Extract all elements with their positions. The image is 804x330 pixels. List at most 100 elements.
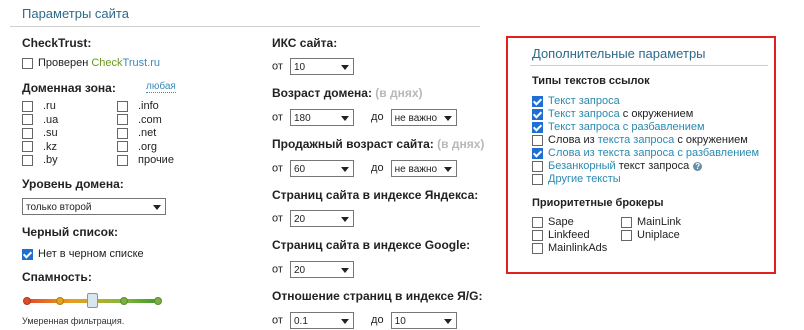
link-type-option[interactable]: Текст запроса с разбавлением (532, 121, 759, 134)
ratio-from-select[interactable]: 0.1 (289, 312, 354, 329)
chevron-down-icon (340, 268, 349, 273)
zone-option[interactable]: .by (22, 154, 58, 168)
link-type-text: Текст запроса (548, 95, 620, 107)
zone-option[interactable]: .ru (22, 100, 58, 114)
zone-checkbox[interactable] (117, 127, 128, 139)
ratio-to-label: до (371, 314, 384, 327)
checktrust-brand-ru: .ru (147, 57, 161, 69)
domain-age-from-value: 180 (293, 113, 311, 124)
spam-slider-dot[interactable] (23, 297, 31, 305)
sale-age-from-select[interactable]: 60 (289, 160, 354, 177)
link-type-checkbox[interactable] (532, 134, 543, 146)
link-type-checkbox[interactable] (532, 121, 543, 133)
broker-checkbox[interactable] (621, 229, 632, 241)
yandex-pages-from-value: 20 (293, 214, 306, 225)
domain-age-to-select[interactable]: не важно (390, 109, 457, 126)
link-type-text: Слова из (548, 134, 598, 146)
zone-option[interactable]: прочие (117, 154, 174, 168)
domain-age-label-text: Возраст домена: (272, 86, 372, 100)
checktrust-checkbox[interactable] (22, 57, 33, 69)
spam-label: Спамность: (22, 270, 92, 284)
google-pages-label: Страниц сайта в индексе Google: (272, 238, 471, 252)
domain-age-hint: (в днях) (375, 86, 423, 100)
checktrust-checkbox-row[interactable]: Проверен CheckTrust.ru (22, 57, 160, 69)
domain-age-row: от 180 до не важно (272, 109, 457, 126)
domain-age-from-label: от (272, 111, 283, 124)
spam-slider-thumb[interactable] (87, 293, 98, 308)
link-type-checkbox[interactable] (532, 173, 543, 185)
link-type-checkbox[interactable] (532, 147, 543, 159)
zone-label: .net (138, 127, 157, 139)
blacklist-checkbox-row[interactable]: Нет в черном списке (22, 248, 144, 260)
brokers-col1: Sape Linkfeed MainlinkAds (532, 216, 607, 255)
ratio-from-value: 0.1 (293, 316, 308, 327)
zone-checkbox[interactable] (22, 114, 33, 126)
zone-option[interactable]: .net (117, 127, 174, 141)
chevron-down-icon (340, 167, 349, 172)
zone-checkbox[interactable] (117, 154, 128, 166)
ratio-to-select[interactable]: 10 (390, 312, 457, 329)
chevron-down-icon (340, 116, 349, 121)
zone-option[interactable]: .ua (22, 114, 58, 128)
domain-zone-any-link[interactable]: любая (146, 81, 176, 93)
google-pages-from-value: 20 (293, 265, 306, 276)
broker-option[interactable]: MainlinkAds (532, 242, 607, 255)
zone-checkbox[interactable] (22, 154, 33, 166)
broker-checkbox[interactable] (532, 242, 543, 254)
iks-from-select[interactable]: 10 (289, 58, 354, 75)
zone-option[interactable]: .org (117, 141, 174, 155)
link-type-checkbox[interactable] (532, 160, 543, 172)
link-type-text: с окружением (619, 108, 694, 120)
link-type-option[interactable]: Другие тексты (532, 173, 759, 186)
sale-age-to-select[interactable]: не важно (390, 160, 457, 177)
link-type-checkbox[interactable] (532, 95, 543, 107)
domain-age-from-select[interactable]: 180 (289, 109, 354, 126)
spam-slider-dot[interactable] (56, 297, 64, 305)
broker-option[interactable]: MainLink (621, 216, 681, 229)
zone-option[interactable]: .info (117, 100, 174, 114)
zone-checkbox[interactable] (117, 100, 128, 112)
sale-age-to-value: не важно (394, 164, 438, 175)
iks-row: от 10 (272, 58, 354, 75)
broker-label: Uniplace (637, 229, 680, 241)
ratio-label: Отношение страниц в индексе Я/G: (272, 289, 483, 303)
yandex-pages-from-select[interactable]: 20 (289, 210, 354, 227)
zone-option[interactable]: .kz (22, 141, 58, 155)
spam-slider-dot[interactable] (120, 297, 128, 305)
help-icon[interactable]: ? (693, 161, 703, 171)
link-type-option[interactable]: Текст запроса (532, 95, 759, 108)
google-pages-from-select[interactable]: 20 (289, 261, 354, 278)
link-type-option[interactable]: Текст запроса с окружением (532, 108, 759, 121)
zone-label: .su (43, 127, 58, 139)
zone-checkbox[interactable] (22, 141, 33, 153)
link-type-text: Безанкорный (548, 160, 616, 172)
link-type-option[interactable]: Слова из текста запроса с окружением (532, 134, 759, 147)
ratio-row: от 0.1 до 10 (272, 312, 457, 329)
zone-checkbox[interactable] (117, 141, 128, 153)
blacklist-label: Черный список: (22, 225, 118, 239)
broker-option[interactable]: Sape (532, 216, 607, 229)
link-types-list: Текст запроса Текст запроса с окружением Т… (532, 95, 759, 186)
yandex-pages-row: от 20 (272, 210, 354, 227)
domain-level-select[interactable]: только второй (22, 198, 166, 215)
broker-checkbox[interactable] (532, 216, 543, 228)
broker-checkbox[interactable] (621, 216, 632, 228)
page-title: Параметры сайта (22, 6, 129, 21)
blacklist-checkbox[interactable] (22, 248, 33, 260)
zone-checkbox[interactable] (22, 100, 33, 112)
blacklist-checkbox-label: Нет в черном списке (38, 248, 144, 260)
link-type-checkbox[interactable] (532, 108, 543, 120)
extra-params-title: Дополнительные параметры (532, 46, 706, 61)
zone-option[interactable]: .su (22, 127, 58, 141)
broker-checkbox[interactable] (532, 229, 543, 241)
broker-option[interactable]: Uniplace (621, 229, 681, 242)
link-type-text: Другие тексты (548, 173, 621, 185)
zone-checkbox[interactable] (117, 114, 128, 126)
zone-checkbox[interactable] (22, 127, 33, 139)
zone-option[interactable]: .com (117, 114, 174, 128)
link-type-option[interactable]: Безанкорный текст запроса? (532, 160, 759, 173)
spam-slider[interactable] (23, 293, 162, 308)
link-type-option[interactable]: Слова из текста запроса с разбавлением (532, 147, 759, 160)
spam-slider-dot[interactable] (154, 297, 162, 305)
broker-option[interactable]: Linkfeed (532, 229, 607, 242)
